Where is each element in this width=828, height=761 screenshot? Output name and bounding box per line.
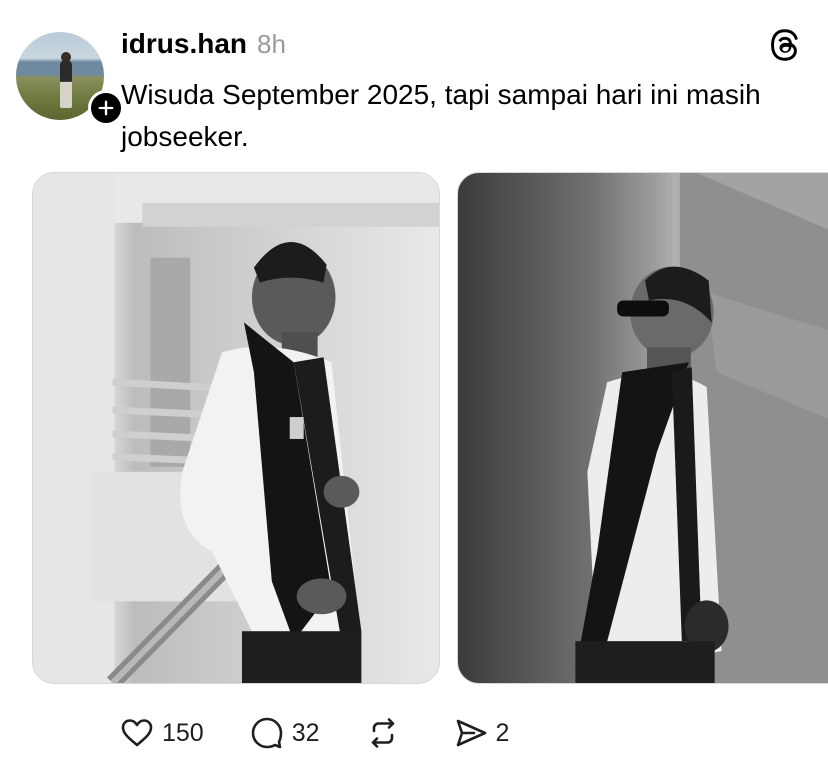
plus-icon xyxy=(98,100,114,116)
post-action-bar: 150 32 2 xyxy=(120,708,555,758)
avatar-person-body xyxy=(60,60,72,108)
post-caption: Wisuda September 2025, tapi sampai hari … xyxy=(121,79,761,152)
username-link[interactable]: idrus.han xyxy=(121,28,247,60)
photo-2-image xyxy=(575,173,828,683)
repost-button[interactable] xyxy=(366,716,408,750)
post-timestamp: 8h xyxy=(257,29,286,59)
reply-count: 32 xyxy=(291,718,320,747)
like-count: 150 xyxy=(162,718,204,747)
repost-icon xyxy=(371,718,394,748)
threads-logo-icon[interactable] xyxy=(768,28,802,62)
share-button[interactable]: 2 xyxy=(454,716,510,750)
post-photo-2[interactable] xyxy=(457,172,828,684)
share-count: 2 xyxy=(495,718,510,747)
author-avatar-container[interactable] xyxy=(16,32,124,126)
reply-button[interactable]: 32 xyxy=(250,716,320,750)
comment-icon xyxy=(251,717,283,749)
heart-icon xyxy=(121,719,153,747)
thread-post: idrus.han 8h Wisuda September 2025, tapi… xyxy=(0,0,828,761)
send-icon xyxy=(456,719,486,747)
like-button[interactable]: 150 xyxy=(120,716,204,750)
post-photo-1[interactable] xyxy=(32,172,440,684)
photo-1-image xyxy=(33,173,439,683)
post-header: idrus.han 8h xyxy=(121,28,286,60)
follow-button[interactable] xyxy=(88,90,124,126)
